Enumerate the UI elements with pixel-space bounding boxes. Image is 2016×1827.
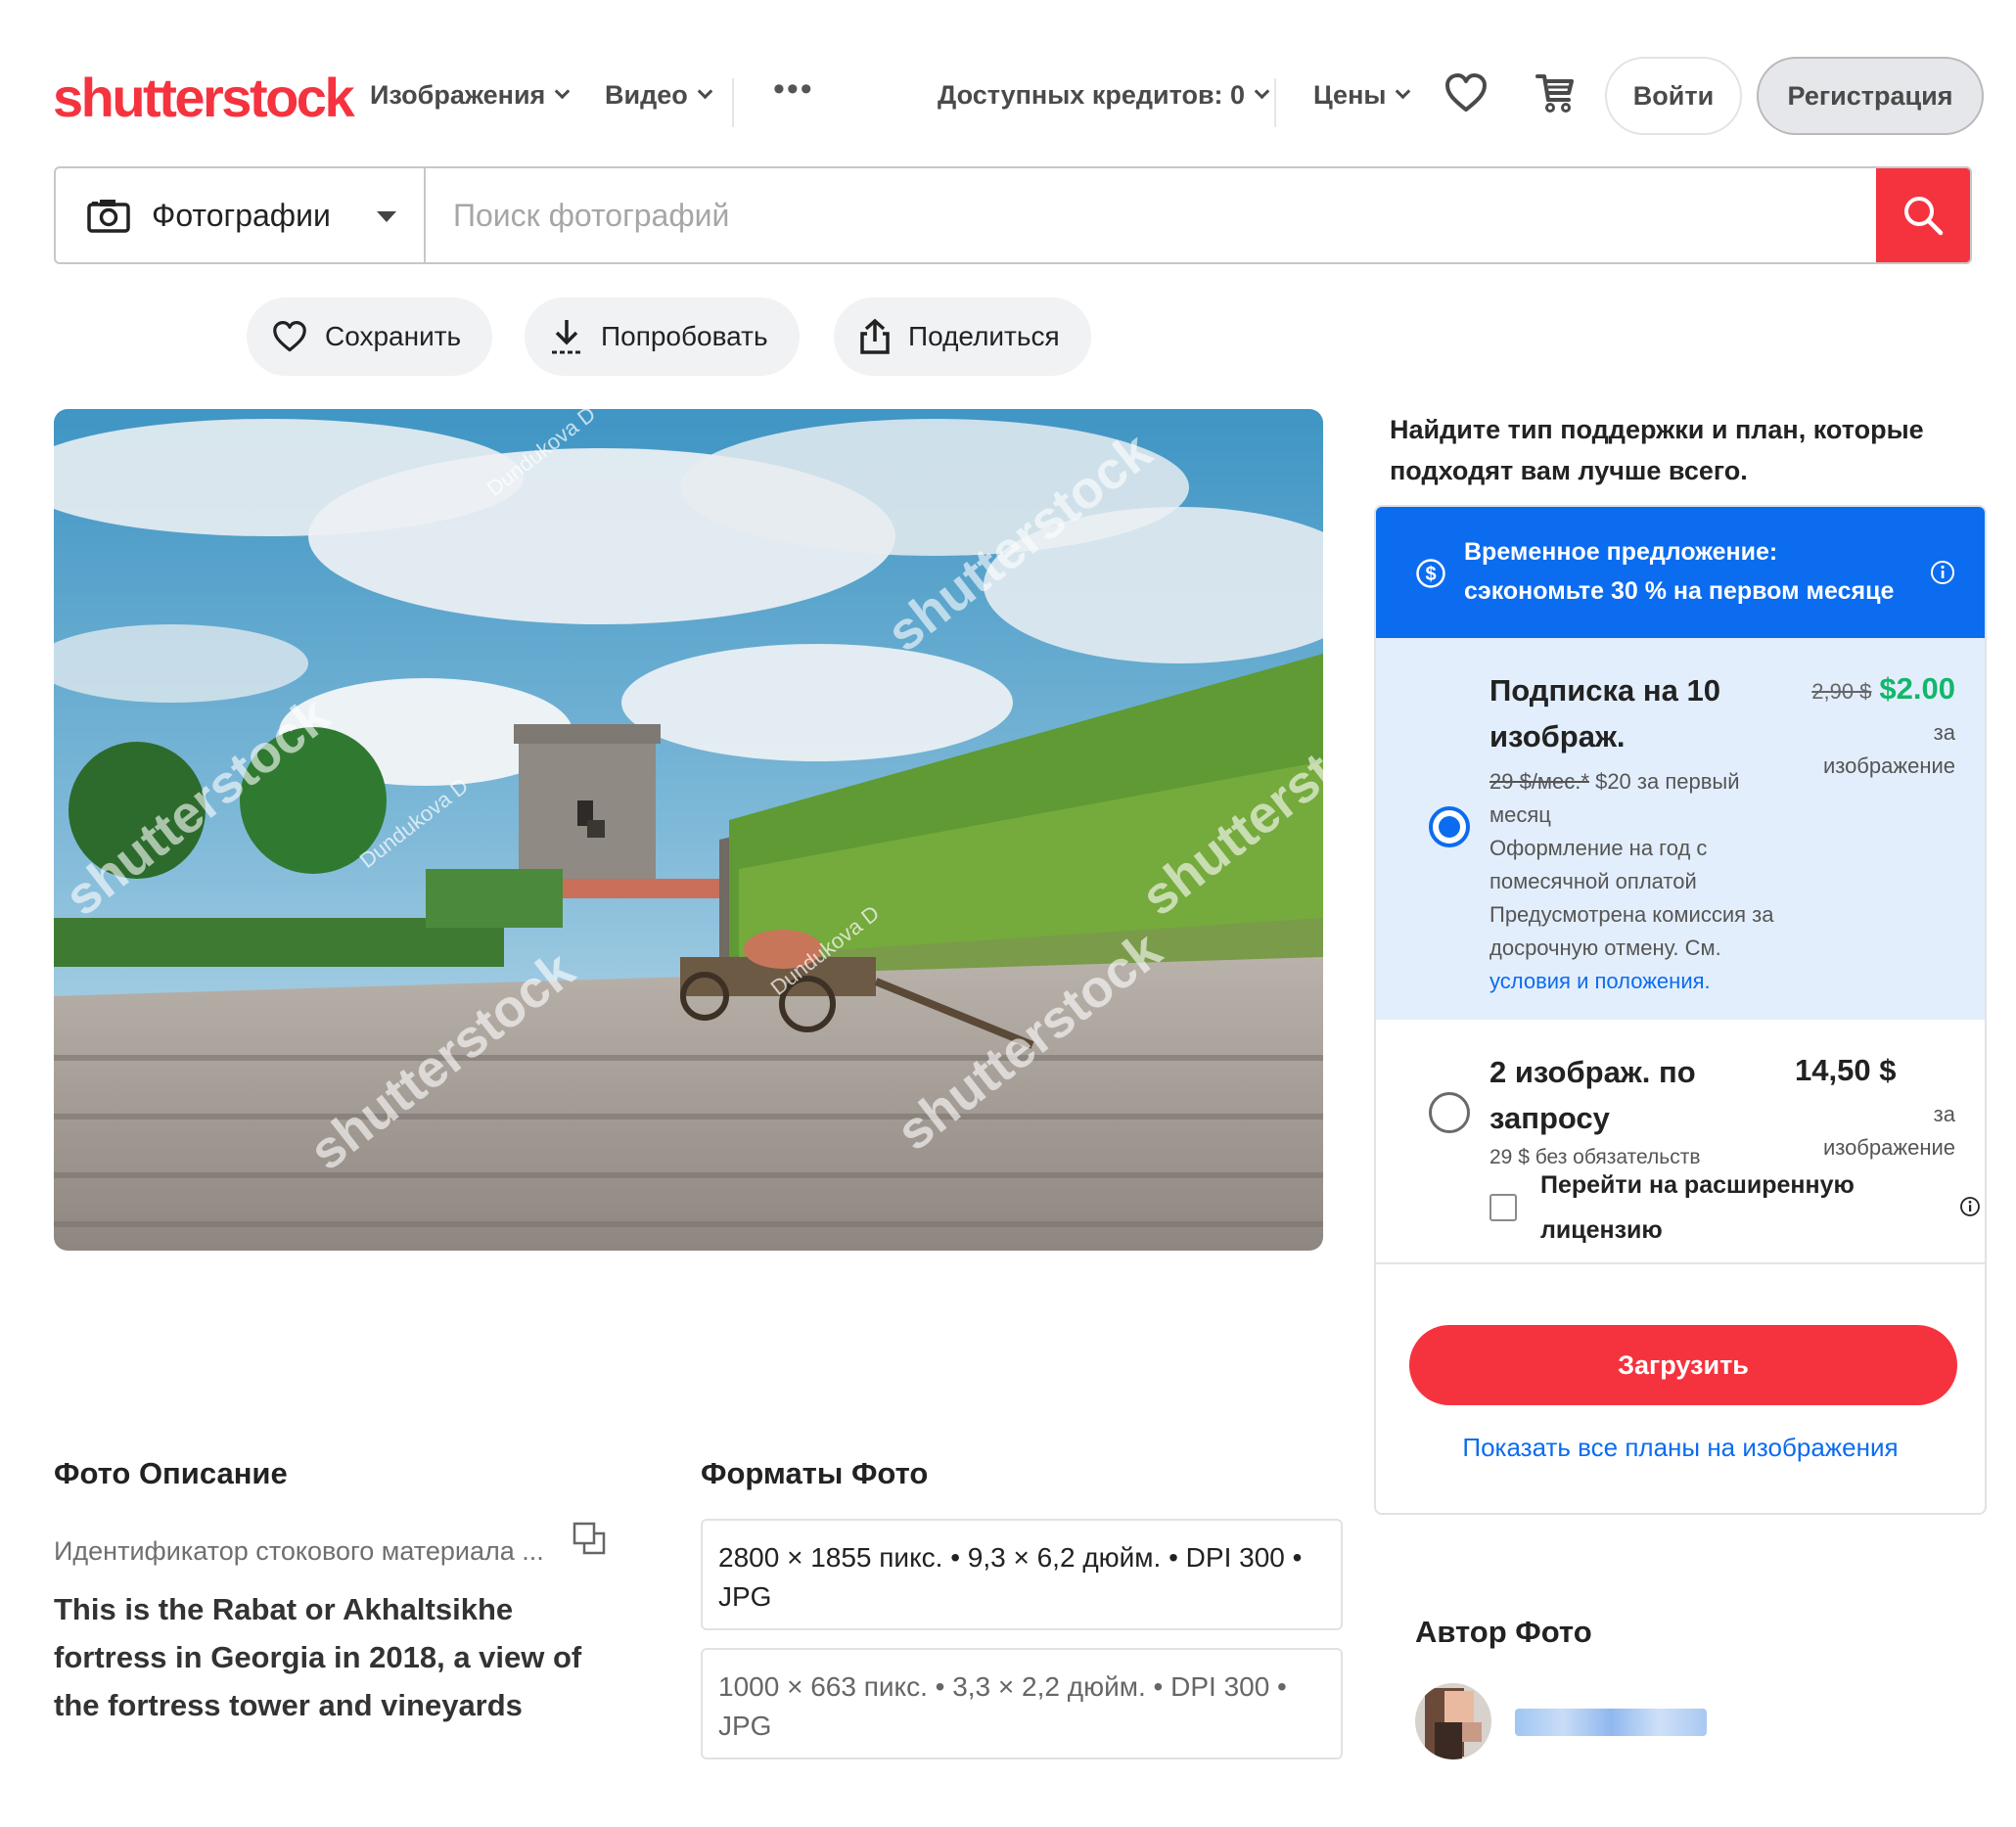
heart-icon <box>1445 73 1487 112</box>
fortress-photo-image: shutterstock shutterstock shutterstock s… <box>54 409 1323 1251</box>
format-option[interactable]: 2800 × 1855 пикс. • 9,3 × 6,2 дюйм. • DP… <box>701 1519 1343 1630</box>
login-button[interactable]: Войти <box>1605 57 1742 135</box>
description-line1: This is the Rabat or Akhaltsikhe <box>54 1592 514 1626</box>
plan-on-demand-title-line2: запросу <box>1489 1101 1610 1135</box>
save-label: Сохранить <box>325 321 462 351</box>
share-button[interactable]: Поделиться <box>834 297 1091 376</box>
author-name-blurred[interactable] <box>1515 1709 1707 1736</box>
plan-subscription[interactable]: Подписка на 10 изображ. 2,90 $ $2.00 за … <box>1376 638 1985 1020</box>
plan-note-line1: Оформление на год с <box>1489 836 1708 860</box>
info-icon[interactable] <box>1959 1196 1981 1217</box>
formats-title: Форматы Фото <box>701 1456 929 1490</box>
cart-icon <box>1535 74 1574 113</box>
share-icon <box>860 318 890 354</box>
offer-line2: сэкономьте 30 % на первом месяце <box>1464 577 1895 605</box>
extended-license-label-line2: лицензию <box>1540 1216 1663 1244</box>
try-label: Попробовать <box>601 321 768 351</box>
search-bar: Фотографии <box>54 166 1972 264</box>
format-spec: 1000 × 663 пикс. • 3,3 × 2,2 дюйм. • DPI… <box>718 1671 1287 1702</box>
new-price: $2.00 <box>1879 671 1955 706</box>
photo-description: This is the Rabat or Akhaltsikhe fortres… <box>54 1585 621 1729</box>
credits-dropdown[interactable]: Доступных кредитов: 0 <box>938 80 1270 111</box>
unit-per-line1: за <box>1933 720 1955 745</box>
try-button[interactable]: Попробовать <box>525 297 800 376</box>
search-type-label: Фотографии <box>152 197 331 233</box>
nav-video-label: Видео <box>605 80 688 110</box>
cart-button[interactable] <box>1531 69 1580 117</box>
credits-label: Доступных кредитов: 0 <box>938 80 1246 110</box>
chevron-down-icon <box>555 83 571 100</box>
search-type-dropdown[interactable]: Фотографии <box>56 168 426 262</box>
avatar[interactable] <box>1415 1683 1491 1759</box>
svg-text:$: $ <box>1425 564 1436 585</box>
plan-note-line2: помесячной оплатой <box>1489 869 1697 893</box>
shutterstock-logo[interactable]: shutterstock <box>53 70 355 125</box>
search-input[interactable] <box>428 168 1876 262</box>
offer-line1: Временное предложение: <box>1464 538 1778 566</box>
description-line3: the fortress tower and vineyards <box>54 1688 523 1722</box>
plan-subscription-title-line2: изображ. <box>1489 719 1626 754</box>
pricing-dropdown[interactable]: Цены <box>1313 80 1411 111</box>
register-button[interactable]: Регистрация <box>1757 57 1984 135</box>
plan-on-demand-price: 14,50 $ <box>1795 1053 1897 1087</box>
chevron-down-icon <box>697 83 713 100</box>
share-label: Поделиться <box>908 321 1060 351</box>
extended-license-checkbox[interactable] <box>1489 1194 1517 1221</box>
camera-icon <box>87 200 130 233</box>
stock-id-label: Идентификатор стокового материала ... <box>54 1536 544 1566</box>
plan-note-line4: досрочную отмену. См. <box>1489 936 1721 960</box>
copy-icon[interactable] <box>572 1521 607 1556</box>
chevron-down-icon <box>1396 83 1411 100</box>
plan-on-demand-radio[interactable] <box>1429 1092 1470 1133</box>
all-plans-link[interactable]: Показать все планы на изображения <box>1376 1433 1985 1463</box>
format-spec: 2800 × 1855 пикс. • 9,3 × 6,2 дюйм. • DP… <box>718 1542 1303 1573</box>
nav-video[interactable]: Видео <box>605 80 713 111</box>
extended-license-label-line1: Перейти на расширенную <box>1540 1171 1855 1199</box>
terms-link[interactable]: условия и положения. <box>1489 965 1711 998</box>
main-photo[interactable]: shutterstock shutterstock shutterstock s… <box>54 409 1323 1251</box>
plan-on-demand-title-line1: 2 изображ. по <box>1489 1055 1696 1089</box>
description-title: Фото Описание <box>54 1456 288 1490</box>
plan-subscription-title-line1: Подписка на 10 <box>1489 673 1720 708</box>
favorites-button[interactable] <box>1442 69 1490 117</box>
plan-subscription-radio[interactable] <box>1429 806 1470 847</box>
search-icon <box>1904 197 1944 236</box>
unit-per-line1: за <box>1933 1102 1955 1126</box>
plan-subscription-monthly-line2: месяц <box>1489 802 1551 827</box>
format-option[interactable]: 1000 × 663 пикс. • 3,3 × 2,2 дюйм. • DPI… <box>701 1648 1343 1759</box>
heart-icon <box>273 321 306 352</box>
unit-per-line2: изображение <box>1822 754 1955 778</box>
search-button[interactable] <box>1876 168 1970 262</box>
limited-offer-banner: $ Временное предложение: сэкономьте 30 %… <box>1376 507 1985 638</box>
caret-down-icon <box>377 211 396 222</box>
author-title: Автор Фото <box>1415 1615 1592 1649</box>
panel-divider <box>1376 1262 1985 1264</box>
plan-note-line3: Предусмотрена комиссия за <box>1489 902 1774 927</box>
nav-images[interactable]: Изображения <box>370 80 571 111</box>
more-menu-button[interactable]: ••• <box>773 70 814 109</box>
download-button[interactable]: Загрузить <box>1409 1325 1957 1405</box>
first-month-price: $20 за первый <box>1588 769 1740 794</box>
old-monthly-price: 29 $/мес.* <box>1489 769 1589 794</box>
nav-divider <box>732 78 734 127</box>
download-icon <box>552 320 581 354</box>
old-price: 2,90 $ <box>1811 679 1872 704</box>
format-type: JPG <box>718 1711 772 1741</box>
pricing-label: Цены <box>1313 80 1387 110</box>
plan-subscription-price: 2,90 $ $2.00 <box>1811 671 1955 707</box>
nav-divider <box>1274 78 1276 127</box>
plan-subscription-monthly: 29 $/мес.* $20 за первый <box>1489 765 1740 799</box>
pricing-panel: $ Временное предложение: сэкономьте 30 %… <box>1374 505 1987 1515</box>
plans-heading: Найдите тип поддержки и план, которые по… <box>1390 415 1924 485</box>
format-type: JPG <box>718 1581 772 1612</box>
save-button[interactable]: Сохранить <box>247 297 493 376</box>
info-icon[interactable] <box>1930 560 1955 585</box>
dollar-icon: $ <box>1416 559 1445 588</box>
nav-images-label: Изображения <box>370 80 546 110</box>
plan-on-demand[interactable]: 2 изображ. по запросу 14,50 $ за изображ… <box>1376 1020 1985 1272</box>
unit-per-line2: изображение <box>1822 1135 1955 1160</box>
description-line2: fortress in Georgia in 2018, a view of <box>54 1640 582 1674</box>
avatar-image <box>1415 1683 1491 1759</box>
chevron-down-icon <box>1254 83 1270 100</box>
